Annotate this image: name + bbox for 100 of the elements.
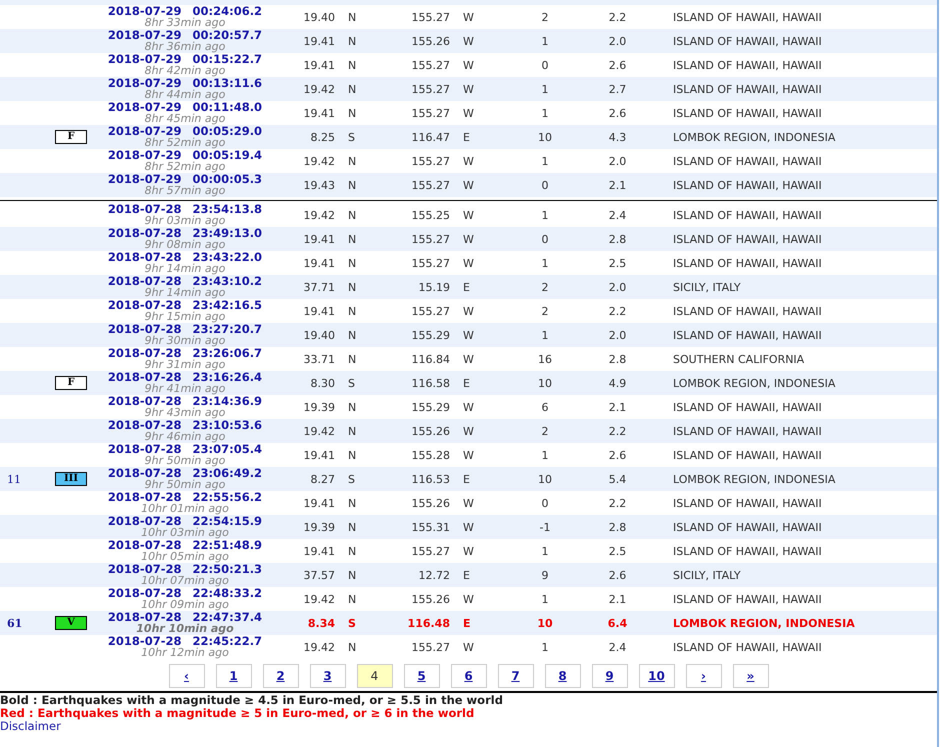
event-datetime-link[interactable]: 2018-07-28 23:43:10.2 [108,275,262,287]
event-datetime-link[interactable]: 2018-07-29 00:00:05.3 [108,173,262,185]
magnitude: 2.1 [608,400,626,414]
latitude-hemisphere: N [348,448,356,462]
latitude: 8.34 [308,616,335,630]
magnitude: 2.2 [608,304,626,318]
event-datetime-link[interactable]: 2018-07-28 22:48:33.2 [108,587,262,599]
longitude-hemisphere: W [463,640,474,654]
longitude: 155.26 [412,592,450,606]
latitude-hemisphere: N [348,400,356,414]
longitude: 155.27 [412,640,450,654]
event-datetime-link[interactable]: 2018-07-29 00:24:06.2 [108,5,262,17]
event-datetime-link[interactable]: 2018-07-28 22:45:22.7 [108,635,262,647]
magnitude: 2.6 [608,58,626,72]
magnitude: 2.0 [608,34,626,48]
longitude-hemisphere: E [463,568,470,582]
longitude: 155.27 [412,304,450,318]
event-datetime-link[interactable]: 2018-07-29 00:13:11.6 [108,77,262,89]
depth: 0 [542,58,548,72]
event-datetime-link[interactable]: 2018-07-28 23:06:49.2 [108,467,262,479]
latitude-hemisphere: N [348,592,356,606]
latitude: 8.30 [310,376,335,390]
magnitude: 2.0 [608,154,626,168]
event-datetime-link[interactable]: 2018-07-28 23:42:16.5 [108,299,262,311]
longitude-hemisphere: W [463,304,474,318]
latitude-hemisphere: N [348,520,356,534]
event-datetime-link[interactable]: 2018-07-29 00:11:48.0 [108,101,262,113]
event-datetime-link[interactable]: 2018-07-28 23:49:13.0 [108,227,262,239]
page-link[interactable]: » [732,664,768,688]
region-name: ISLAND OF HAWAII, HAWAII [673,448,822,462]
latitude-hemisphere: N [348,424,356,438]
event-datetime-link[interactable]: 2018-07-28 23:26:06.7 [108,347,262,359]
longitude-hemisphere: W [463,544,474,558]
time-ago: 10hr 12min ago [141,647,229,659]
page-link[interactable]: 1 [216,664,252,688]
depth: 2 [542,424,548,438]
latitude-hemisphere: N [348,352,356,366]
event-datetime-link[interactable]: 2018-07-28 23:27:20.7 [108,323,262,335]
event-datetime-link[interactable]: 2018-07-28 23:14:36.9 [108,395,262,407]
latitude-hemisphere: N [348,34,356,48]
page-link[interactable]: 7 [498,664,534,688]
page-link[interactable]: 6 [450,664,486,688]
depth: 2 [542,280,548,294]
event-datetime-link[interactable]: 2018-07-28 22:55:56.2 [108,491,262,503]
longitude-hemisphere: W [463,106,474,120]
magnitude: 2.1 [608,592,626,606]
magnitude: 5.4 [608,472,626,486]
page-link[interactable]: 5 [404,664,440,688]
region-name: ISLAND OF HAWAII, HAWAII [673,208,822,222]
depth: 10 [538,472,552,486]
event-datetime-link[interactable]: 2018-07-28 22:47:37.4 [108,611,262,623]
page-link[interactable]: 10 [638,664,674,688]
longitude-hemisphere: W [463,34,474,48]
event-datetime-link[interactable]: 2018-07-28 22:51:48.9 [108,539,262,551]
region-name: SICILY, ITALY [673,280,741,294]
longitude-hemisphere: W [463,82,474,96]
event-datetime-link[interactable]: 2018-07-29 00:20:57.7 [108,29,262,41]
page-link[interactable]: 4 [356,664,392,688]
disclaimer-link[interactable]: Disclaimer [0,720,61,733]
event-datetime-link[interactable]: 2018-07-28 23:07:05.4 [108,443,262,455]
page-link[interactable]: › [686,664,722,688]
longitude-hemisphere: E [463,280,470,294]
event-datetime-link[interactable]: 2018-07-28 23:16:26.4 [108,371,262,383]
latitude: 19.41 [304,58,335,72]
page-link[interactable]: 8 [544,664,580,688]
event-datetime-link[interactable]: 2018-07-28 22:50:21.3 [108,563,262,575]
longitude: 155.27 [412,178,450,192]
event-datetime-link[interactable]: 2018-07-28 23:54:13.8 [108,203,262,215]
time-ago: 8hr 52min ago [144,137,226,149]
longitude: 155.27 [412,232,450,246]
latitude: 19.41 [304,304,335,318]
latitude-hemisphere: N [348,82,356,96]
page-link[interactable]: 3 [310,664,346,688]
longitude: 155.27 [412,544,450,558]
region-name: LOMBOK REGION, INDONESIA [673,376,836,390]
event-datetime-link[interactable]: 2018-07-28 22:54:15.9 [108,515,262,527]
depth: 1 [542,640,548,654]
felt-count: 11 [7,472,21,486]
time-ago: 8hr 45min ago [144,113,226,125]
magnitude: 2.4 [608,208,626,222]
time-ago: 9hr 03min ago [144,215,226,227]
event-datetime-link[interactable]: 2018-07-29 00:05:29.0 [108,125,262,137]
event-datetime-link[interactable]: 2018-07-28 23:43:22.0 [108,251,262,263]
region-name: ISLAND OF HAWAII, HAWAII [673,520,822,534]
page-link[interactable]: ‹ [168,664,204,688]
event-datetime-link[interactable]: 2018-07-29 00:15:22.7 [108,53,262,65]
longitude: 15.19 [418,280,450,294]
latitude: 37.71 [304,280,335,294]
time-ago: 10hr 01min ago [141,503,229,515]
longitude: 116.84 [412,352,450,366]
depth: 16 [538,352,552,366]
region-name: SICILY, ITALY [673,568,741,582]
latitude: 19.41 [304,496,335,510]
longitude: 155.27 [412,82,450,96]
event-datetime-link[interactable]: 2018-07-28 23:10:53.6 [108,419,262,431]
latitude: 19.42 [304,82,335,96]
page-link[interactable]: 2 [262,664,298,688]
page-link[interactable]: 9 [592,664,628,688]
event-datetime-link[interactable]: 2018-07-29 00:05:19.4 [108,149,262,161]
time-ago: 8hr 57min ago [144,185,226,197]
